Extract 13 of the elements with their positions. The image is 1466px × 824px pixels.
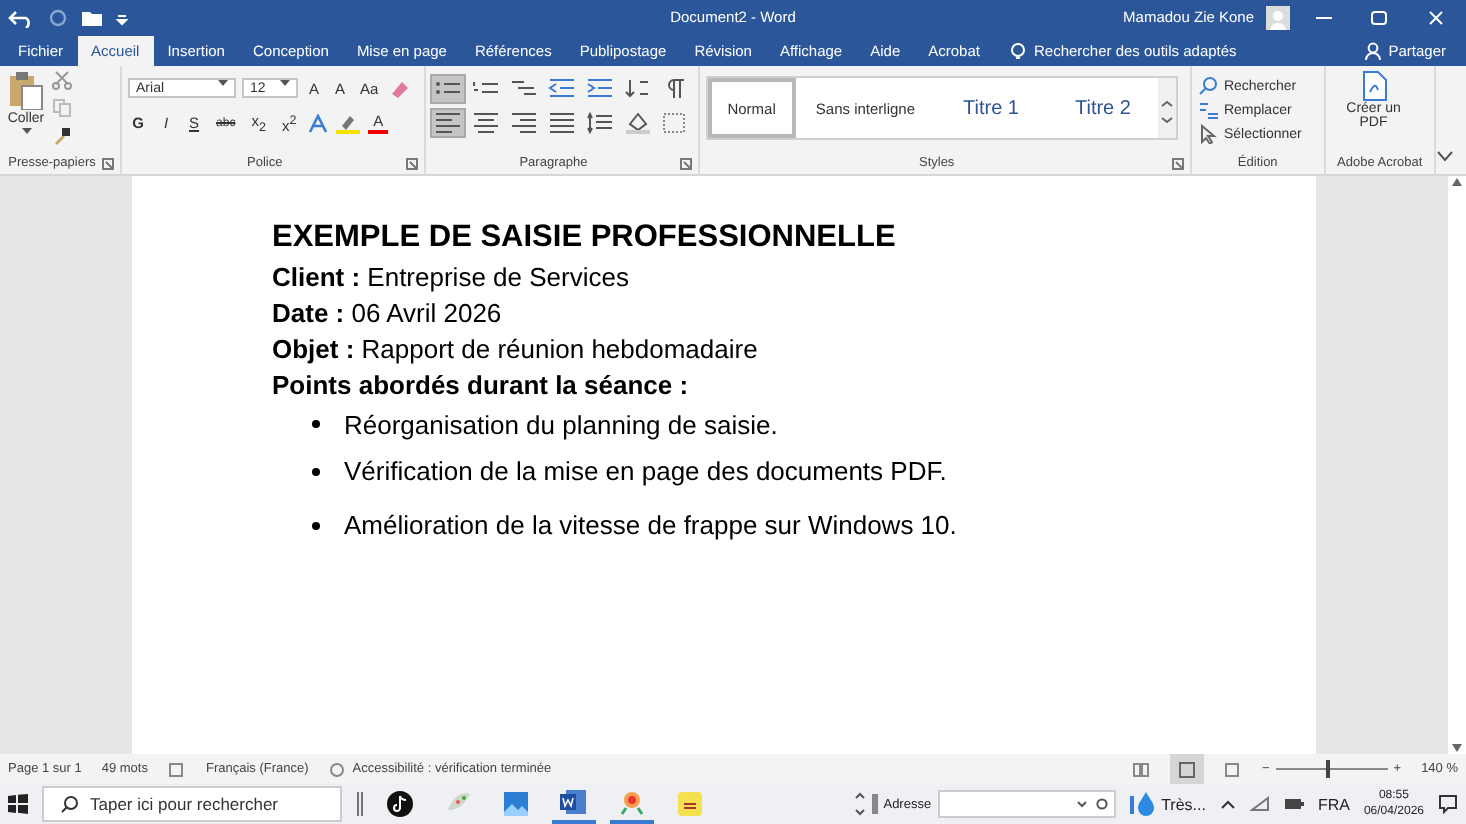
document-line: Objet : Rapport de réunion hebdomadaire bbox=[272, 332, 760, 368]
style-option[interactable]: Titre 2 bbox=[1046, 78, 1159, 138]
style-option[interactable]: Titre 1 bbox=[935, 78, 1047, 138]
input-language[interactable]: FRA bbox=[1317, 795, 1350, 813]
document-line: Date : 06 Avril 2026 bbox=[272, 296, 504, 332]
bullet-text: Vérification de la mise en page des documents PDF. bbox=[344, 456, 947, 486]
taskbar-search-field[interactable]: Taper ici pour rechercher bbox=[42, 786, 342, 822]
document-line: Points abordés durant la séance : bbox=[272, 368, 691, 404]
document-line: Client : Entreprise de Services bbox=[272, 260, 631, 296]
document-heading: EXEMPLE DE SAISIE PROFESSIONNELLE bbox=[272, 220, 898, 256]
bullet-text: Amélioration de la vitesse de frappe sur Windows 10. bbox=[344, 510, 957, 540]
weather-text[interactable]: Très... bbox=[1161, 795, 1206, 813]
bullet-text: Réorganisation du planning de saisie. bbox=[344, 409, 778, 439]
